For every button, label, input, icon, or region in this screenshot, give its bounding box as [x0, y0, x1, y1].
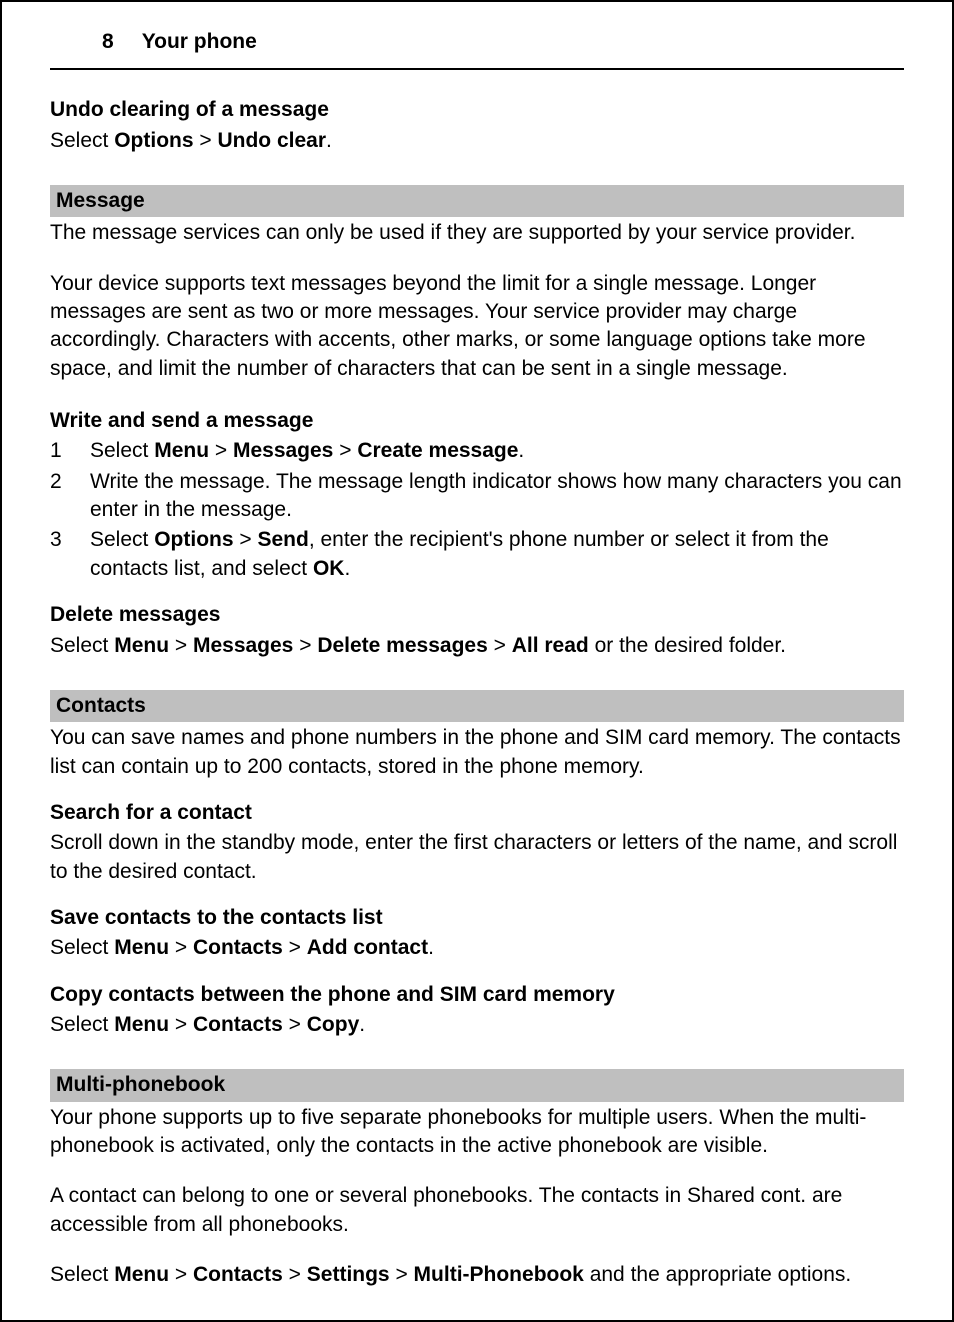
contacts-label: Contacts — [193, 1263, 283, 1286]
contacts-label: Contacts — [193, 936, 283, 959]
ok-label: OK — [313, 557, 345, 580]
options-label: Options — [114, 129, 193, 152]
sep: > — [194, 129, 218, 152]
txt: and the appropriate options. — [584, 1263, 851, 1286]
sep: > — [333, 439, 357, 462]
settings-label: Settings — [307, 1263, 390, 1286]
menu-label: Menu — [114, 1013, 169, 1036]
sep: > — [283, 936, 307, 959]
multi-intro2: A contact can belong to one or several p… — [50, 1182, 904, 1239]
page-frame: 8 Your phone Undo clearing of a message … — [0, 0, 954, 1322]
copy-label: Copy — [307, 1013, 360, 1036]
multi-select: Select Menu > Contacts > Settings > Mult… — [50, 1261, 904, 1289]
add-contact-label: Add contact — [307, 936, 428, 959]
txt: . — [326, 129, 332, 152]
page-header: 8 Your phone — [50, 2, 904, 70]
page-content: Undo clearing of a message Select Option… — [2, 96, 952, 1289]
page-title: Your phone — [142, 28, 257, 56]
sep: > — [234, 528, 258, 551]
sep: > — [169, 1263, 193, 1286]
message-intro: The message services can only be used if… — [50, 219, 904, 247]
menu-label: Menu — [114, 1263, 169, 1286]
sep: > — [390, 1263, 414, 1286]
sep: > — [169, 634, 193, 657]
all-read-label: All read — [512, 634, 589, 657]
multi-bar: Multi-phonebook — [50, 1069, 904, 1101]
multi-phonebook-label: Multi-Phonebook — [414, 1263, 584, 1286]
search-text: Scroll down in the standby mode, enter t… — [50, 829, 904, 886]
write-title: Write and send a message — [50, 407, 904, 435]
sep: > — [293, 634, 317, 657]
txt: . — [359, 1013, 365, 1036]
txt: Select — [50, 129, 114, 152]
txt: Select — [50, 936, 114, 959]
save-text: Select Menu > Contacts > Add contact. — [50, 934, 904, 962]
list-item: Select Options > Send, enter the recipie… — [50, 526, 904, 583]
txt: or the desired folder. — [589, 634, 786, 657]
sep: > — [169, 936, 193, 959]
list-item: Write the message. The message length in… — [50, 468, 904, 525]
menu-label: Menu — [114, 634, 169, 657]
txt: . — [518, 439, 524, 462]
sep: > — [169, 1013, 193, 1036]
sep: > — [209, 439, 233, 462]
save-title: Save contacts to the contacts list — [50, 904, 904, 932]
multi-intro: Your phone supports up to five separate … — [50, 1104, 904, 1161]
sep: > — [488, 634, 512, 657]
txt: Select — [50, 1013, 114, 1036]
write-steps: Select Menu > Messages > Create message.… — [50, 437, 904, 583]
options-label: Options — [154, 528, 233, 551]
txt: Select — [90, 439, 154, 462]
contacts-label: Contacts — [193, 1013, 283, 1036]
contacts-intro: You can save names and phone numbers in … — [50, 724, 904, 781]
delete-title: Delete messages — [50, 601, 904, 629]
txt: . — [428, 936, 434, 959]
menu-label: Menu — [114, 936, 169, 959]
txt: . — [344, 557, 350, 580]
undo-title: Undo clearing of a message — [50, 96, 904, 124]
txt: Select — [50, 634, 114, 657]
copy-title: Copy contacts between the phone and SIM … — [50, 981, 904, 1009]
undo-text: Select Options > Undo clear. — [50, 127, 904, 155]
message-long: Your device supports text messages beyon… — [50, 270, 904, 383]
create-message-label: Create message — [357, 439, 518, 462]
messages-label: Messages — [233, 439, 333, 462]
messages-label: Messages — [193, 634, 293, 657]
copy-text: Select Menu > Contacts > Copy. — [50, 1011, 904, 1039]
page-number: 8 — [102, 28, 114, 56]
txt: Select — [90, 528, 154, 551]
menu-label: Menu — [154, 439, 209, 462]
delete-text: Select Menu > Messages > Delete messages… — [50, 632, 904, 660]
sep: > — [283, 1013, 307, 1036]
list-item: Select Menu > Messages > Create message. — [50, 437, 904, 465]
message-bar: Message — [50, 185, 904, 217]
sep: > — [283, 1263, 307, 1286]
delete-messages-label: Delete messages — [317, 634, 487, 657]
contacts-bar: Contacts — [50, 690, 904, 722]
txt: Select — [50, 1263, 114, 1286]
search-title: Search for a contact — [50, 799, 904, 827]
send-label: Send — [257, 528, 308, 551]
undo-clear-label: Undo clear — [217, 129, 326, 152]
